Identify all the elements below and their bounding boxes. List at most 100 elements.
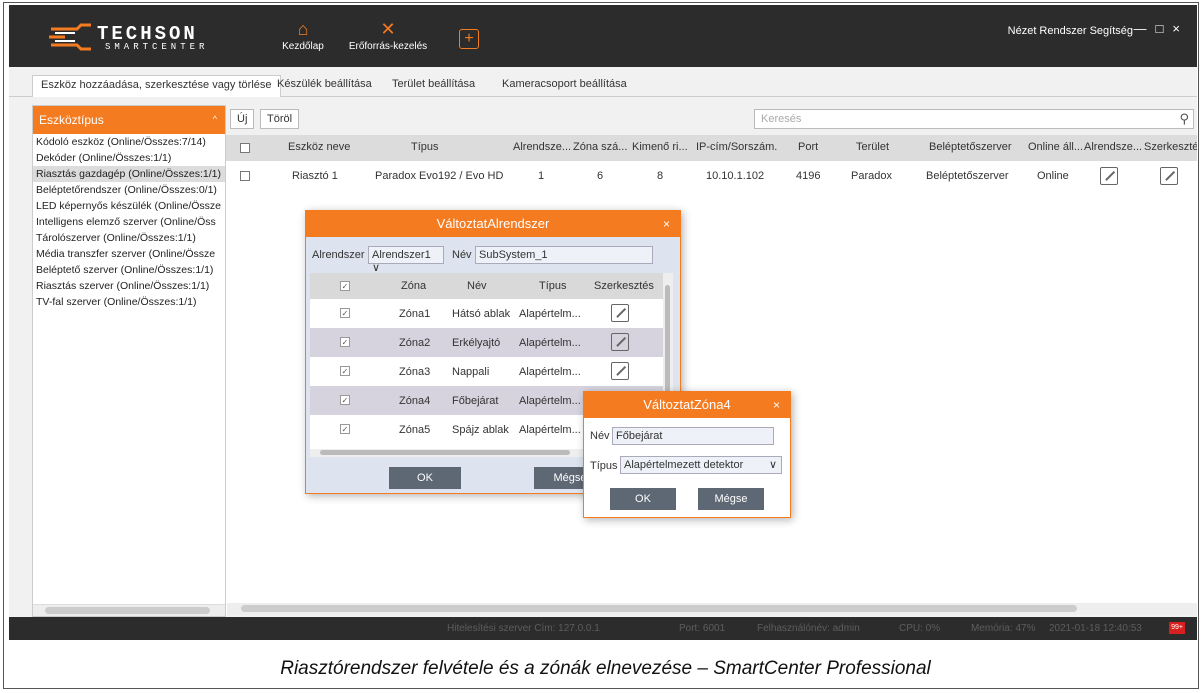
sidebar-item[interactable]: Dekóder (Online/Összes:1/1) bbox=[33, 150, 225, 166]
sidebar-item[interactable]: Kódoló eszköz (Online/Összes:7/14) bbox=[33, 134, 225, 150]
col-edit[interactable]: Szerkesztés bbox=[1144, 141, 1197, 153]
nav-home-label: Kezdőlap bbox=[282, 41, 324, 52]
close-icon[interactable]: × bbox=[1172, 21, 1189, 36]
home-icon: ⌂ bbox=[297, 19, 309, 39]
sidebar-item[interactable]: Riasztás gazdagép (Online/Összes:1/1) bbox=[33, 166, 225, 182]
status-auth-server: Hitelesítési szerver Cím: 127.0.0.1 bbox=[447, 623, 600, 634]
zone-table-header: ✓ Zóna Név Típus Szerkesztés bbox=[310, 273, 663, 299]
zone-checkbox[interactable]: ✓ bbox=[340, 395, 350, 405]
tools-icon: ✕ bbox=[380, 19, 396, 39]
zone-dialog: VáltoztatZóna4 × Név Főbejárat Típus Ala… bbox=[583, 391, 791, 518]
top-menu[interactable]: Nézet Rendszer Segítség bbox=[1008, 25, 1133, 37]
zone-id: Zóna1 bbox=[399, 308, 431, 320]
col-zone[interactable]: Zóna bbox=[401, 280, 426, 292]
subsystem-select[interactable]: Alrendszer1 ∨ bbox=[368, 246, 444, 274]
zone-row[interactable]: ✓ Zóna1 Hátsó ablak Alapértelm... bbox=[310, 299, 663, 328]
subsystem-edit-icon[interactable] bbox=[1100, 167, 1118, 185]
maximize-icon[interactable]: □ bbox=[1156, 21, 1173, 36]
tab-area-settings[interactable]: Terület beállítása bbox=[384, 75, 483, 97]
app-window: TECHSON SMARTCENTER ⌂ Kezdőlap ✕ Erőforr… bbox=[9, 5, 1197, 640]
sidebar-item[interactable]: Beléptető szerver (Online/Összes:1/1) bbox=[33, 262, 225, 278]
zone-select-all-checkbox[interactable]: ✓ bbox=[340, 281, 350, 291]
sidebar-item[interactable]: LED képernyős készülék (Online/Össze bbox=[33, 198, 225, 214]
cell-subsystems: 1 bbox=[538, 170, 545, 182]
plus-icon[interactable]: + bbox=[459, 29, 479, 49]
subsystem-name-field[interactable]: SubSystem_1 bbox=[475, 246, 653, 264]
zone-row[interactable]: ✓ Zóna2 Erkélyajtó Alapértelm... bbox=[310, 328, 663, 357]
cell-outputs: 8 bbox=[657, 170, 664, 182]
nav-resource-label: Erőforrás-kezelés bbox=[348, 41, 428, 52]
app-logo: TECHSON SMARTCENTER bbox=[47, 21, 237, 55]
sidebar-scrollbar[interactable] bbox=[33, 604, 225, 616]
zone-ok-button[interactable]: OK bbox=[610, 488, 676, 510]
cell-type: Paradox Evo192 / Evo HD bbox=[375, 170, 504, 182]
col-ip[interactable]: IP-cím/Sorszám. bbox=[696, 141, 777, 153]
col-online[interactable]: Online áll... bbox=[1028, 141, 1082, 153]
search-icon[interactable]: ⚲ bbox=[1179, 111, 1189, 127]
sidebar-header[interactable]: Eszköztípus ^ bbox=[33, 106, 225, 134]
col-device-name[interactable]: Eszköz neve bbox=[288, 141, 350, 153]
sidebar-item[interactable]: Tárolószerver (Online/Összes:1/1) bbox=[33, 230, 225, 246]
status-cpu: CPU: 0% bbox=[899, 623, 941, 634]
row-checkbox[interactable] bbox=[240, 171, 250, 181]
new-button[interactable]: Új bbox=[230, 109, 255, 129]
ok-button[interactable]: OK bbox=[389, 467, 461, 489]
collapse-icon[interactable]: ^ bbox=[213, 114, 217, 124]
zone-checkbox[interactable]: ✓ bbox=[340, 366, 350, 376]
sidebar-item[interactable]: TV-fal szerver (Online/Összes:1/1) bbox=[33, 294, 225, 310]
notification-badge[interactable]: 99+ bbox=[1169, 622, 1185, 634]
select-all-checkbox[interactable] bbox=[240, 143, 250, 153]
minimize-icon[interactable]: — bbox=[1134, 21, 1156, 36]
tab-device-settings[interactable]: Készülék beállítása bbox=[269, 75, 380, 97]
zone-row[interactable]: ✓ Zóna3 Nappali Alapértelm... bbox=[310, 357, 663, 386]
zone-name-label: Név bbox=[590, 430, 610, 442]
zone-type-select[interactable]: Alapértelmezett detektor ∨ bbox=[620, 456, 782, 474]
col-access-server[interactable]: Beléptetőszerver bbox=[929, 141, 1012, 153]
tab-bar: Eszköz hozzáadása, szerkesztése vagy tör… bbox=[9, 67, 1197, 97]
col-subsystem-edit[interactable]: Alrendsze... bbox=[1084, 141, 1142, 153]
col-type[interactable]: Típus bbox=[411, 141, 439, 153]
subsystem-select-value: Alrendszer1 bbox=[372, 249, 431, 261]
delete-button[interactable]: Töröl bbox=[260, 109, 300, 129]
zone-type-value: Alapértelmezett detektor bbox=[624, 459, 744, 471]
search-input[interactable]: Keresés ⚲ bbox=[754, 109, 1194, 129]
col-outputs[interactable]: Kimenő ri... bbox=[632, 141, 692, 153]
col-area[interactable]: Terület bbox=[856, 141, 889, 153]
col-subsystem[interactable]: Alrendsze... bbox=[513, 141, 571, 153]
zone-id: Zóna3 bbox=[399, 366, 431, 378]
close-icon[interactable]: × bbox=[773, 392, 780, 418]
zone-name-field[interactable]: Főbejárat bbox=[612, 427, 774, 445]
zone-checkbox[interactable]: ✓ bbox=[340, 308, 350, 318]
tab-camera-group-settings[interactable]: Kameracsoport beállítása bbox=[494, 75, 635, 97]
zone-dialog-title: VáltoztatZóna4 bbox=[643, 397, 731, 412]
col-edit[interactable]: Szerkesztés bbox=[594, 280, 654, 292]
nav-resource-management[interactable]: ✕ Erőforrás-kezelés bbox=[345, 13, 431, 63]
zone-edit-icon[interactable] bbox=[611, 362, 629, 380]
nav-home[interactable]: ⌂ Kezdőlap bbox=[281, 13, 325, 63]
status-user: Felhasználónév: admin bbox=[757, 623, 860, 634]
zone-edit-icon[interactable] bbox=[611, 333, 629, 351]
sidebar-item[interactable]: Beléptetőrendszer (Online/Összes:0/1) bbox=[33, 182, 225, 198]
sidebar-item[interactable]: Média transzfer szerver (Online/Össze bbox=[33, 246, 225, 262]
table-scrollbar[interactable] bbox=[227, 603, 1197, 615]
close-icon[interactable]: × bbox=[663, 211, 670, 237]
figure-frame: TECHSON SMARTCENTER ⌂ Kezdőlap ✕ Erőforr… bbox=[3, 2, 1199, 689]
zone-checkbox[interactable]: ✓ bbox=[340, 337, 350, 347]
zone-checkbox[interactable]: ✓ bbox=[340, 424, 350, 434]
sidebar-item[interactable]: Intelligens elemző szerver (Online/Öss bbox=[33, 214, 225, 230]
zone-name: Hátsó ablak bbox=[452, 308, 511, 320]
sidebar-item[interactable]: Riasztás szerver (Online/Összes:1/1) bbox=[33, 278, 225, 294]
zone-cancel-button[interactable]: Mégse bbox=[698, 488, 764, 510]
col-zones[interactable]: Zóna szá... bbox=[573, 141, 628, 153]
zone-edit-icon[interactable] bbox=[611, 304, 629, 322]
col-port[interactable]: Port bbox=[798, 141, 818, 153]
window-controls[interactable]: —□× bbox=[1134, 21, 1189, 36]
tab-add-edit-delete[interactable]: Eszköz hozzáadása, szerkesztése vagy tör… bbox=[32, 75, 281, 97]
table-row[interactable]: Riasztó 1 Paradox Evo192 / Evo HD 1 6 8 … bbox=[226, 163, 1197, 189]
edit-icon[interactable] bbox=[1160, 167, 1178, 185]
zone-type-label: Típus bbox=[590, 460, 618, 472]
col-name[interactable]: Név bbox=[467, 280, 487, 292]
techson-logo-icon bbox=[49, 23, 91, 51]
col-type[interactable]: Típus bbox=[539, 280, 567, 292]
cell-port: 4196 bbox=[796, 170, 821, 182]
